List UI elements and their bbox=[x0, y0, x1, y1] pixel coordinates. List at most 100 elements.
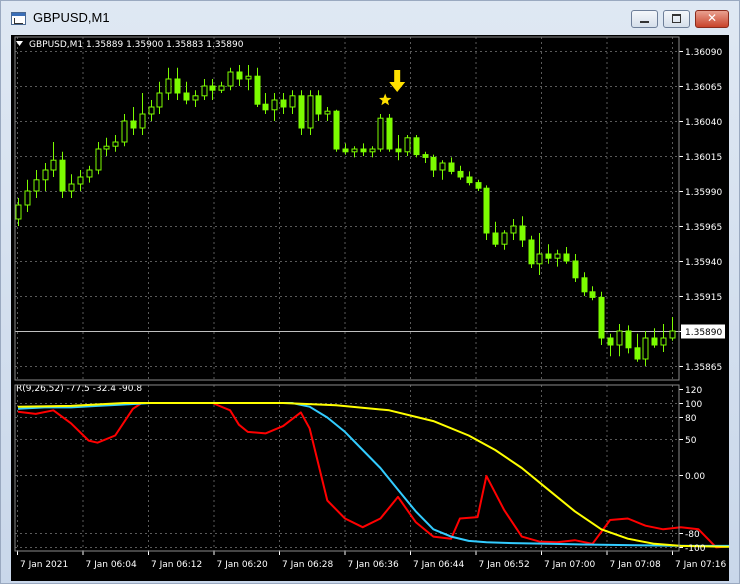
indicator-tick-label: -100 bbox=[685, 544, 706, 554]
candle-body bbox=[475, 182, 482, 189]
candle-body bbox=[598, 296, 605, 339]
candle-body bbox=[501, 232, 508, 245]
candle-body bbox=[616, 330, 623, 346]
indicator-line-red bbox=[17, 402, 729, 549]
candle-body bbox=[201, 85, 208, 97]
candle-body bbox=[395, 148, 402, 153]
candle-body bbox=[236, 71, 243, 80]
candle-body bbox=[42, 169, 49, 181]
close-button[interactable] bbox=[695, 10, 729, 28]
candle-body bbox=[369, 148, 376, 153]
window-title: GBPUSD,M1 bbox=[33, 10, 110, 25]
indicator-line-cyan bbox=[17, 402, 729, 547]
candle-body bbox=[50, 159, 57, 171]
time-tick-label: 7 Jan 07:08 bbox=[610, 560, 662, 570]
indicator-tick-label: -80 bbox=[685, 530, 700, 540]
price-tick-label: 1.35915 bbox=[685, 293, 722, 303]
candle-body bbox=[360, 148, 367, 153]
candle-body bbox=[183, 92, 190, 101]
time-tick-label: 7 Jan 06:36 bbox=[348, 560, 400, 570]
price-axis: 1.36090 1.36065 1.36040 1.36015 1.35990 1.359… bbox=[679, 48, 725, 373]
minimize-button[interactable] bbox=[631, 10, 658, 28]
candle-body bbox=[669, 330, 676, 339]
candle-body bbox=[483, 187, 490, 234]
time-axis: 7 Jan 2021 7 Jan 06:04 7 Jan 06:12 7 Jan 06… bbox=[17, 551, 727, 570]
candle-body bbox=[634, 347, 641, 360]
candle-body bbox=[510, 225, 517, 234]
candle-body bbox=[209, 85, 216, 91]
candle-body bbox=[262, 103, 269, 111]
candle-body bbox=[24, 190, 31, 206]
indicator-grid bbox=[15, 385, 679, 551]
signal-marker bbox=[379, 70, 406, 106]
chart-area[interactable]: 1.36090 1.36065 1.36040 1.36015 1.35990 1.359… bbox=[11, 35, 729, 581]
price-panel-frame bbox=[14, 36, 680, 381]
title-bar[interactable]: GBPUSD,M1 bbox=[1, 1, 739, 35]
time-tick-label: 7 Jan 06:52 bbox=[479, 560, 530, 570]
chart-header: GBPUSD,M1 1.35889 1.35900 1.35883 1.3589… bbox=[29, 40, 244, 50]
candle-body bbox=[492, 232, 499, 245]
candle-body bbox=[342, 148, 349, 153]
down-arrow-icon bbox=[389, 70, 406, 92]
candle-body bbox=[192, 95, 199, 101]
candle-body bbox=[528, 239, 535, 265]
time-tick-label: 7 Jan 06:20 bbox=[217, 560, 269, 570]
candle-body bbox=[121, 120, 128, 143]
price-tick-label: 1.36015 bbox=[685, 153, 722, 163]
price-tick-label: 1.35890 bbox=[685, 328, 722, 338]
indicator-line-yellow bbox=[17, 402, 729, 548]
candle-body bbox=[59, 159, 66, 192]
candle-body bbox=[254, 75, 261, 105]
candle-body bbox=[33, 179, 40, 192]
candle-body bbox=[227, 71, 234, 87]
price-tick-label: 1.36065 bbox=[685, 83, 722, 93]
candle-body bbox=[466, 176, 473, 184]
indicator-tick-label: 120 bbox=[685, 386, 702, 396]
candlestick-series bbox=[15, 65, 676, 366]
candle-body bbox=[315, 95, 322, 115]
candle-body bbox=[660, 337, 667, 346]
candle-body bbox=[519, 225, 526, 241]
time-tick-label: 7 Jan 07:00 bbox=[544, 560, 596, 570]
candle-body bbox=[95, 148, 102, 171]
candle-body bbox=[77, 176, 84, 185]
candle-body bbox=[112, 141, 119, 147]
price-tick-label: 1.35865 bbox=[685, 363, 722, 373]
candle-body bbox=[307, 95, 314, 129]
maximize-button[interactable] bbox=[663, 10, 690, 28]
candle-body bbox=[139, 113, 146, 129]
time-tick-label: 7 Jan 2021 bbox=[20, 560, 68, 570]
candle-body bbox=[448, 162, 455, 172]
price-tick-label: 1.36090 bbox=[685, 48, 722, 58]
candle-body bbox=[245, 75, 252, 80]
candle-body bbox=[589, 291, 596, 298]
indicator-tick-label: 50 bbox=[685, 436, 697, 446]
candle-body bbox=[174, 78, 181, 94]
candle-body bbox=[280, 99, 287, 108]
candle-body bbox=[86, 169, 93, 178]
candle-body bbox=[439, 162, 446, 171]
price-tick-label: 1.35990 bbox=[685, 188, 722, 198]
candle-body bbox=[642, 337, 649, 360]
candle-body bbox=[218, 85, 225, 91]
candle-body bbox=[324, 110, 331, 115]
candle-body bbox=[386, 117, 393, 150]
candle-body bbox=[271, 99, 278, 111]
candle-body bbox=[413, 137, 420, 156]
candle-body bbox=[607, 337, 614, 346]
candle-body bbox=[103, 145, 110, 150]
indicator-tick-label: 80 bbox=[685, 414, 697, 424]
indicator-tick-label: 0.00 bbox=[685, 472, 705, 482]
indicator-panel-frame bbox=[14, 384, 680, 552]
chart-canvas[interactable]: 1.36090 1.36065 1.36040 1.36015 1.35990 1.359… bbox=[11, 35, 729, 581]
candle-body bbox=[351, 148, 358, 153]
candle-body bbox=[651, 337, 658, 346]
price-grid bbox=[15, 37, 679, 380]
chart-window-icon bbox=[11, 12, 26, 25]
star-icon bbox=[379, 93, 392, 106]
time-tick-label: 7 Jan 06:28 bbox=[282, 560, 334, 570]
time-tick-label: 7 Jan 07:16 bbox=[675, 560, 727, 570]
candle-body bbox=[156, 92, 163, 108]
candle-body bbox=[404, 137, 411, 153]
candle-body bbox=[298, 95, 305, 129]
